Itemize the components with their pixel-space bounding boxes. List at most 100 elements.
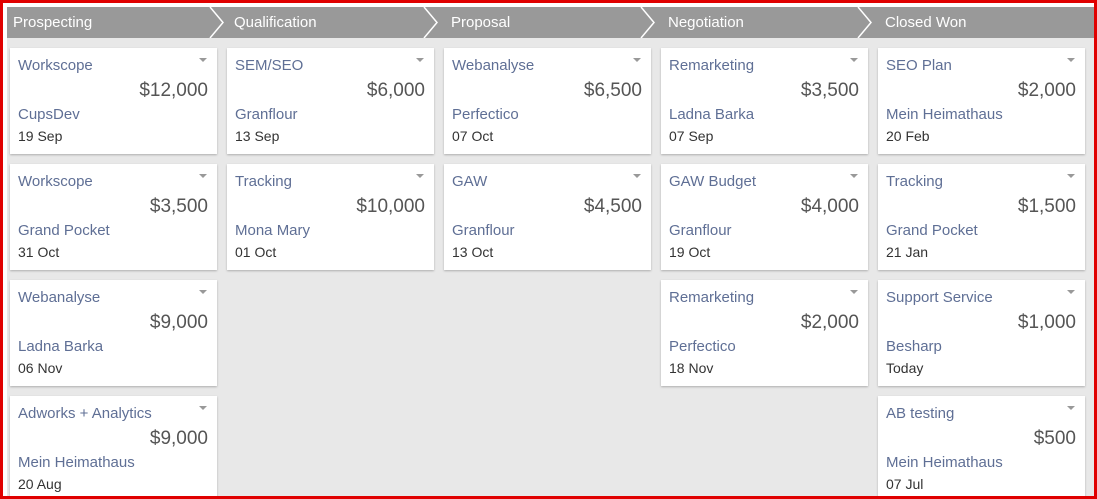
deal-date: 06 Nov [18, 360, 63, 376]
deal-title[interactable]: GAW [452, 173, 487, 190]
stage-closed-won[interactable]: Closed Won [879, 7, 1094, 38]
stage-label: Prospecting [13, 14, 93, 31]
caret-down-icon[interactable] [198, 404, 208, 412]
caret-down-icon[interactable] [1066, 172, 1076, 180]
stage-bar: Prospecting Qualification Proposal Negot… [7, 7, 1094, 38]
caret-down-icon[interactable] [849, 56, 859, 64]
deal-card[interactable]: Remarketing $2,000 Perfectico 18 Nov [661, 280, 868, 386]
caret-down-icon[interactable] [1066, 404, 1076, 412]
deal-card[interactable]: Remarketing $3,500 Ladna Barka 07 Sep [661, 48, 868, 154]
deal-amount: $1,500 [1017, 196, 1076, 217]
caret-down-icon[interactable] [849, 172, 859, 180]
deal-card[interactable]: AB testing $500 Mein Heimathaus 07 Jul [878, 396, 1085, 496]
caret-down-icon[interactable] [415, 56, 425, 64]
caret-down-icon[interactable] [632, 56, 642, 64]
deal-card[interactable]: Adworks + Analytics $9,000 Mein Heimatha… [10, 396, 217, 496]
caret-down-icon[interactable] [198, 288, 208, 296]
chevron-right-icon [640, 7, 655, 38]
deal-card[interactable]: Workscope $3,500 Grand Pocket 31 Oct [10, 164, 217, 270]
deal-title[interactable]: Adworks + Analytics [18, 405, 152, 422]
deal-card[interactable]: Tracking $10,000 Mona Mary 01 Oct [227, 164, 434, 270]
deal-card[interactable]: Webanalyse $6,500 Perfectico 07 Oct [444, 48, 651, 154]
column-prospecting: Workscope $12,000 CupsDev 19 Sep Worksco… [10, 48, 217, 496]
deal-card[interactable]: Support Service $1,000 Besharp Today [878, 280, 1085, 386]
column-closed-won: SEO Plan $2,000 Mein Heimathaus 20 Feb T… [878, 48, 1085, 496]
caret-down-icon[interactable] [632, 172, 642, 180]
deal-card[interactable]: GAW Budget $4,000 Granflour 19 Oct [661, 164, 868, 270]
deal-date: 19 Oct [669, 244, 711, 260]
deal-company[interactable]: Ladna Barka [669, 106, 754, 123]
deal-company[interactable]: Perfectico [452, 106, 519, 123]
deal-title[interactable]: Webanalyse [18, 289, 100, 306]
deal-company[interactable]: Mein Heimathaus [886, 454, 1003, 471]
deal-amount: $3,500 [800, 80, 859, 101]
deal-amount: $1,000 [1017, 312, 1076, 333]
deal-company[interactable]: Granflour [669, 222, 732, 239]
deal-company[interactable]: Grand Pocket [18, 222, 110, 239]
deal-title[interactable]: Support Service [886, 289, 993, 306]
deal-date: 07 Oct [452, 128, 494, 144]
deal-amount: $2,000 [1017, 80, 1076, 101]
stage-qualification[interactable]: Qualification [228, 7, 438, 38]
stage-label: Proposal [451, 14, 511, 31]
deal-date: 07 Sep [669, 128, 714, 144]
deal-title[interactable]: Workscope [18, 57, 93, 74]
deal-amount: $3,500 [149, 196, 208, 217]
deal-date: Today [886, 360, 924, 376]
deal-company[interactable]: Mona Mary [235, 222, 310, 239]
deal-date: 20 Aug [18, 476, 62, 492]
deal-card[interactable]: SEO Plan $2,000 Mein Heimathaus 20 Feb [878, 48, 1085, 154]
pipeline-frame: Prospecting Qualification Proposal Negot… [0, 0, 1097, 499]
deal-title[interactable]: Tracking [235, 173, 292, 190]
deal-amount: $9,000 [149, 428, 208, 449]
deal-amount: $2,000 [800, 312, 859, 333]
chevron-right-icon [857, 7, 872, 38]
deal-title[interactable]: Remarketing [669, 289, 754, 306]
deal-title[interactable]: Workscope [18, 173, 93, 190]
stage-prospecting[interactable]: Prospecting [7, 7, 224, 38]
caret-down-icon[interactable] [849, 288, 859, 296]
deal-amount: $6,500 [583, 80, 642, 101]
deal-company[interactable]: CupsDev [18, 106, 80, 123]
deal-card[interactable]: Tracking $1,500 Grand Pocket 21 Jan [878, 164, 1085, 270]
deal-company[interactable]: Perfectico [669, 338, 736, 355]
stage-label: Qualification [234, 14, 317, 31]
deal-card[interactable]: SEM/SEO $6,000 Granflour 13 Sep [227, 48, 434, 154]
chevron-right-icon [423, 7, 438, 38]
deal-card[interactable]: Workscope $12,000 CupsDev 19 Sep [10, 48, 217, 154]
deal-amount: $4,000 [800, 196, 859, 217]
deal-amount: $9,000 [149, 312, 208, 333]
deal-company[interactable]: Besharp [886, 338, 942, 355]
deal-date: 13 Sep [235, 128, 280, 144]
stage-proposal[interactable]: Proposal [445, 7, 655, 38]
deal-date: 20 Feb [886, 128, 930, 144]
caret-down-icon[interactable] [1066, 288, 1076, 296]
caret-down-icon[interactable] [415, 172, 425, 180]
deal-date: 21 Jan [886, 244, 929, 260]
deal-company[interactable]: Mein Heimathaus [886, 106, 1003, 123]
deal-company[interactable]: Mein Heimathaus [18, 454, 135, 471]
stage-label: Negotiation [668, 14, 744, 31]
deal-title[interactable]: Tracking [886, 173, 943, 190]
deal-amount: $6,000 [366, 80, 425, 101]
caret-down-icon[interactable] [198, 172, 208, 180]
deal-title[interactable]: GAW Budget [669, 173, 756, 190]
deal-amount: $10,000 [356, 196, 425, 217]
deal-company[interactable]: Granflour [235, 106, 298, 123]
stage-label: Closed Won [885, 14, 967, 31]
stage-negotiation[interactable]: Negotiation [662, 7, 872, 38]
deal-title[interactable]: SEO Plan [886, 57, 952, 74]
caret-down-icon[interactable] [1066, 56, 1076, 64]
deal-card[interactable]: Webanalyse $9,000 Ladna Barka 06 Nov [10, 280, 217, 386]
caret-down-icon[interactable] [198, 56, 208, 64]
deal-title[interactable]: SEM/SEO [235, 57, 303, 74]
deal-company[interactable]: Grand Pocket [886, 222, 978, 239]
deal-date: 01 Oct [235, 244, 277, 260]
deal-title[interactable]: Webanalyse [452, 57, 534, 74]
deal-company[interactable]: Ladna Barka [18, 338, 103, 355]
deal-title[interactable]: AB testing [886, 405, 954, 422]
deal-card[interactable]: GAW $4,500 Granflour 13 Oct [444, 164, 651, 270]
deal-title[interactable]: Remarketing [669, 57, 754, 74]
deal-date: 18 Nov [669, 360, 714, 376]
deal-company[interactable]: Granflour [452, 222, 515, 239]
